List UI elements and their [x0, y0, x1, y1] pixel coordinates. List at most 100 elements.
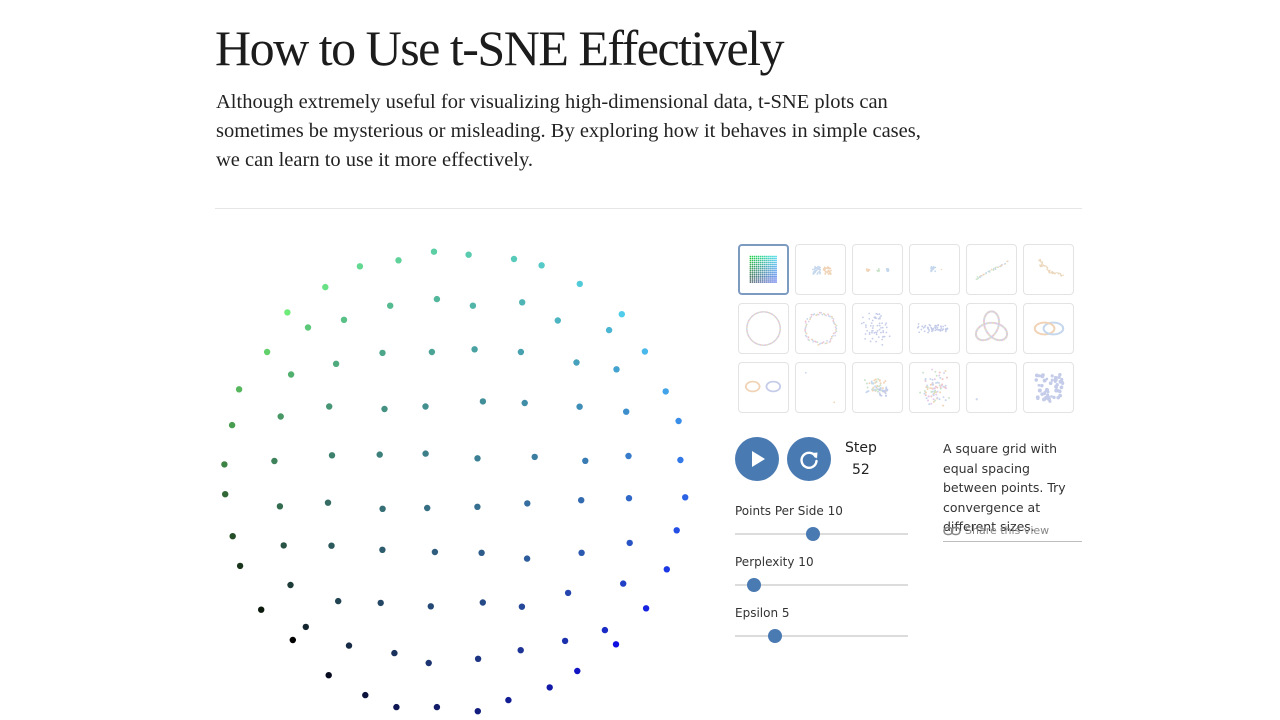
dataset-thumbnail-unlinked-rings[interactable] — [738, 362, 789, 413]
epsilon-label: Epsilon 5 — [735, 606, 790, 620]
dataset-thumbnail-small-cluster[interactable] — [909, 244, 960, 295]
dataset-thumbnail-linked-rings[interactable] — [1023, 303, 1074, 354]
dataset-thumbnails — [738, 244, 1078, 413]
tsne-point — [561, 637, 569, 645]
tsne-point — [576, 280, 583, 288]
dataset-thumbnail-blob-cluster[interactable] — [1023, 362, 1074, 413]
dataset-preview — [975, 398, 978, 401]
tsne-point — [304, 324, 312, 331]
dataset-thumbnail-single-point[interactable] — [966, 362, 1017, 413]
tsne-point — [538, 262, 545, 269]
epsilon-handle[interactable] — [767, 629, 782, 643]
tsne-point — [479, 599, 486, 606]
dataset-preview — [744, 380, 782, 393]
tsne-point — [287, 371, 295, 378]
tsne-point — [517, 348, 525, 356]
tsne-point — [620, 580, 627, 587]
perplexity-label: Perplexity 10 — [735, 555, 814, 569]
tsne-point — [395, 257, 402, 264]
tsne-point — [625, 495, 633, 502]
tsne-point — [289, 636, 296, 644]
tsne-point — [236, 562, 244, 570]
dataset-preview — [916, 323, 949, 334]
dataset-thumbnail-gaussian-cloud[interactable] — [852, 303, 903, 354]
tsne-point — [474, 503, 481, 510]
share-label: Share this view — [965, 524, 1050, 537]
points-per-side-handle[interactable] — [805, 527, 820, 541]
tsne-point — [422, 450, 429, 457]
restart-icon — [800, 451, 818, 469]
tsne-point — [474, 708, 481, 715]
tsne-point — [277, 413, 284, 420]
link-icon — [943, 526, 961, 536]
dataset-preview — [974, 310, 1009, 342]
tsne-point — [662, 388, 669, 395]
dataset-preview — [865, 267, 890, 273]
tsne-plot-canvas — [221, 248, 689, 715]
play-button[interactable] — [735, 437, 779, 481]
tsne-point — [505, 696, 512, 704]
tsne-point — [663, 566, 670, 573]
tsne-point — [322, 283, 329, 291]
tsne-point — [280, 542, 287, 549]
tsne-point — [356, 263, 364, 270]
tsne-point — [379, 349, 386, 357]
tsne-point — [325, 672, 332, 679]
tsne-point — [613, 366, 620, 373]
dataset-preview — [1034, 373, 1065, 403]
play-icon — [752, 451, 765, 467]
dataset-preview — [1033, 321, 1065, 336]
dataset-thumbnail-trefoil[interactable] — [966, 303, 1017, 354]
dataset-thumbnail-mixed-clusters[interactable] — [909, 362, 960, 413]
tsne-point — [377, 599, 384, 607]
tsne-point — [222, 491, 229, 498]
tsne-plot[interactable] — [215, 240, 695, 720]
tsne-point — [471, 346, 478, 353]
tsne-point — [573, 359, 580, 366]
tsne-point — [623, 408, 630, 415]
dataset-thumbnail-parallel-lines[interactable] — [966, 244, 1017, 295]
points-per-side-slider[interactable] — [735, 527, 908, 541]
dataset-preview — [930, 265, 943, 273]
dataset-thumbnail-circle[interactable] — [738, 303, 789, 354]
tsne-point — [393, 703, 400, 711]
divider — [215, 208, 1082, 209]
dataset-thumbnail-two-clusters[interactable] — [795, 244, 846, 295]
tsne-point — [474, 655, 482, 662]
dataset-thumbnail-three-clusters[interactable] — [852, 244, 903, 295]
dataset-thumbnail-sparse-points[interactable] — [795, 362, 846, 413]
step-value: 52 — [852, 462, 870, 478]
dataset-thumbnail-subset-clusters[interactable] — [852, 362, 903, 413]
tsne-point — [605, 326, 613, 334]
dataset-thumbnail-elongated-gaussian[interactable] — [909, 303, 960, 354]
epsilon-slider[interactable] — [735, 629, 908, 643]
tsne-point — [381, 405, 388, 413]
dataset-preview — [919, 368, 950, 407]
restart-button[interactable] — [787, 437, 831, 481]
dataset-thumbnail-random-walk[interactable] — [1023, 244, 1074, 295]
tsne-point — [428, 348, 436, 356]
tsne-point — [626, 539, 633, 547]
tsne-point — [276, 503, 284, 510]
dataset-thumbnail-noisy-circle[interactable] — [795, 303, 846, 354]
tsne-point — [479, 398, 487, 405]
perplexity-slider[interactable] — [735, 578, 908, 592]
points-per-side-label: Points Per Side 10 — [735, 504, 843, 518]
perplexity-handle[interactable] — [747, 578, 762, 592]
tsne-point — [221, 461, 228, 468]
tsne-point — [235, 386, 243, 393]
tsne-point — [564, 589, 572, 597]
tsne-point — [601, 626, 609, 634]
dataset-thumbnail-square-grid[interactable] — [738, 244, 789, 295]
tsne-point — [518, 603, 526, 610]
dataset-preview — [860, 312, 891, 346]
tsne-point — [335, 597, 342, 605]
dataset-preview — [804, 371, 836, 404]
share-link[interactable]: Share this view — [943, 524, 1082, 542]
tsne-point — [531, 453, 538, 461]
tsne-point — [302, 623, 309, 631]
tsne-point — [229, 533, 236, 540]
tsne-point — [379, 505, 386, 512]
tsne-point — [284, 309, 291, 316]
tsne-point — [376, 451, 383, 458]
